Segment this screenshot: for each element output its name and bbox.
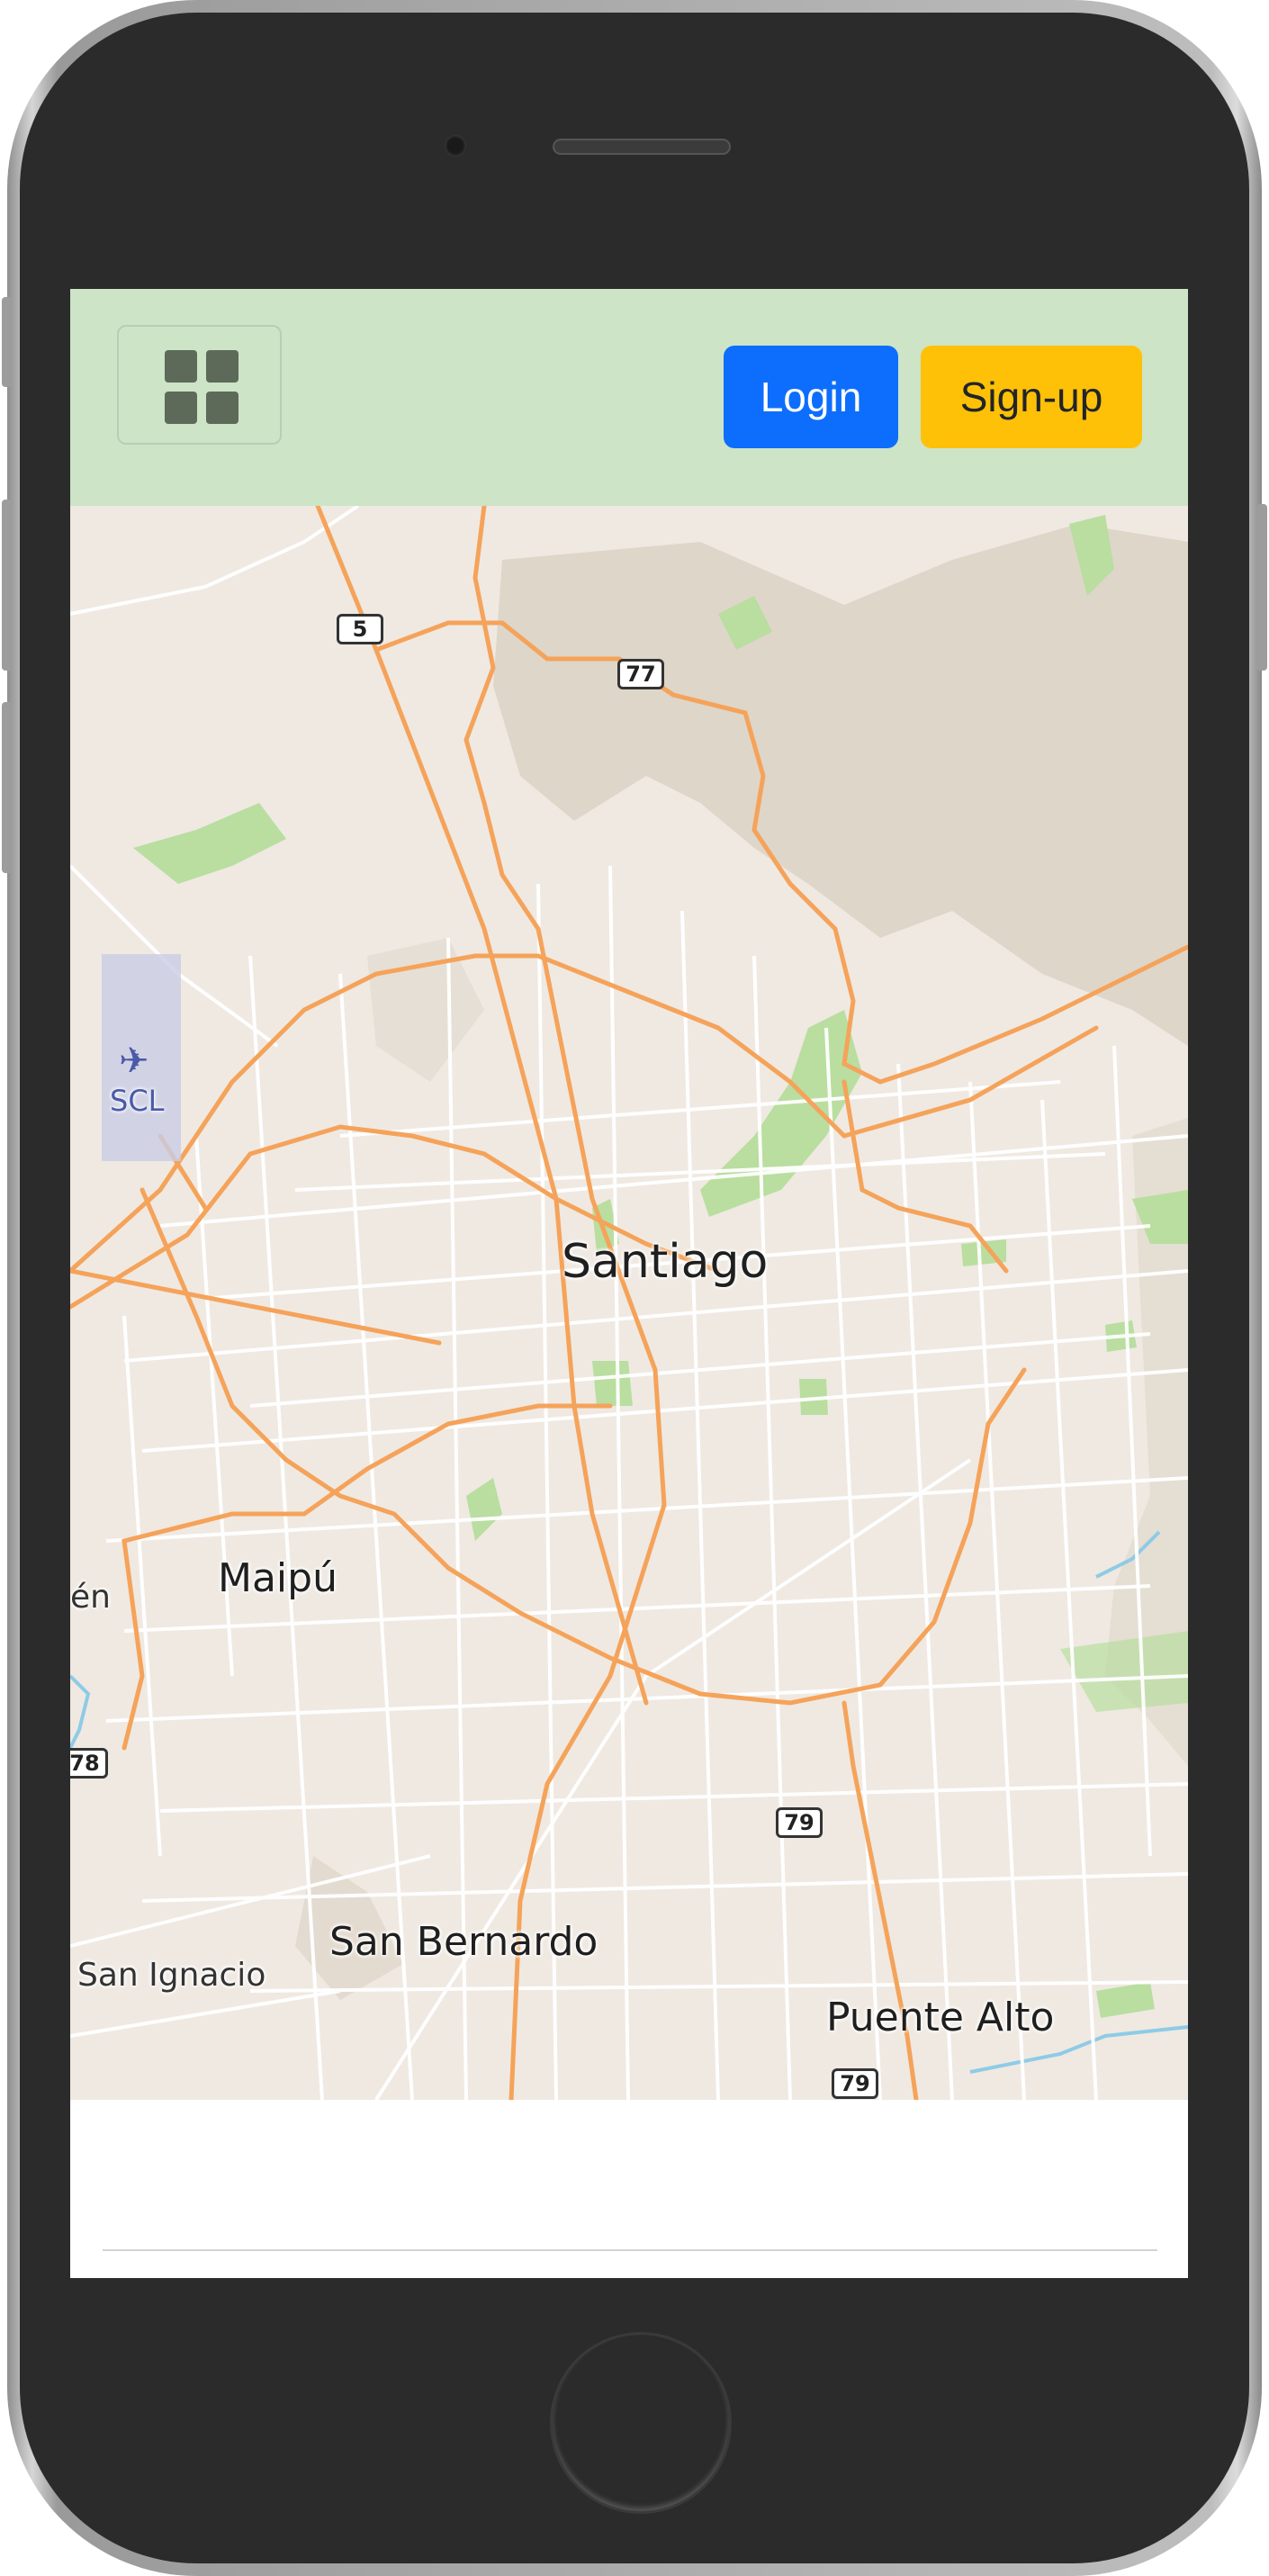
map-view[interactable]: ✈ SCL 5 77 78 79 79 Santiago Maipú San B… — [70, 506, 1188, 2100]
front-camera — [445, 135, 466, 157]
plane-icon: ✈ — [119, 1040, 149, 1082]
screen: Login Sign-up ✈ SCL 5 77 78 79 79 Santia… — [70, 289, 1188, 2278]
route-shield-79-north: 79 — [776, 1807, 823, 1838]
route-shield-78: 78 — [70, 1748, 108, 1779]
footer-divider — [103, 2249, 1157, 2251]
airport-label: SCL — [110, 1084, 165, 1118]
place-label-san-bernardo: San Bernardo — [329, 1919, 598, 1965]
place-label-puente-alto: Puente Alto — [826, 1995, 1055, 2040]
place-label-santiago: Santiago — [562, 1235, 769, 1289]
power-button — [1256, 504, 1267, 671]
place-label-san-ignacio: San Ignacio — [77, 1957, 266, 1994]
volume-up-button — [2, 500, 13, 671]
place-label-partial: én — [70, 1579, 111, 1616]
grid-icon — [165, 350, 238, 424]
navbar-toggle-button[interactable] — [117, 325, 282, 445]
silent-switch — [2, 297, 13, 387]
place-label-maipu: Maipú — [218, 1555, 338, 1601]
login-button[interactable]: Login — [724, 346, 898, 448]
navbar: Login Sign-up — [70, 289, 1188, 506]
volume-down-button — [2, 702, 13, 873]
route-shield-5: 5 — [337, 614, 383, 644]
route-shield-77: 77 — [617, 659, 664, 689]
signup-button[interactable]: Sign-up — [921, 346, 1142, 448]
home-button[interactable] — [553, 2335, 729, 2511]
earpiece-speaker — [553, 139, 731, 155]
route-shield-79-south: 79 — [832, 2068, 878, 2099]
map-canvas — [70, 506, 1188, 2100]
